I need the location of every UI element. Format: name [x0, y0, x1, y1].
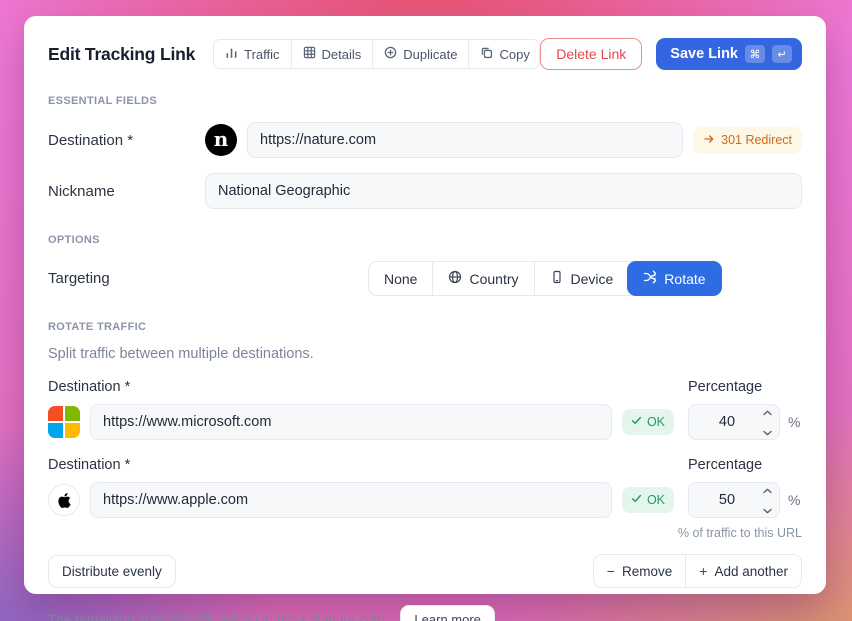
- nature-favicon: n: [205, 124, 237, 156]
- remove-button[interactable]: − Remove: [594, 555, 685, 587]
- rotate-destination-label: Destination *: [48, 379, 674, 395]
- learn-more-button[interactable]: Learn more: [400, 605, 494, 621]
- modal-footer: The remaining 10% of traffic will go to …: [48, 605, 802, 621]
- percentage-input-2[interactable]: [691, 492, 763, 508]
- globe-icon: [448, 270, 462, 287]
- return-key-icon: ↵: [772, 45, 792, 63]
- status-badge: OK: [622, 409, 674, 435]
- plus-icon: +: [699, 563, 707, 579]
- stepper-down-icon[interactable]: [763, 423, 772, 441]
- stepper-arrows[interactable]: [763, 403, 772, 441]
- rotate-destination-input-2[interactable]: [90, 482, 612, 518]
- rotate-traffic-section-label: ROTATE TRAFFIC: [48, 321, 802, 333]
- traffic-button[interactable]: Traffic: [214, 40, 291, 68]
- targeting-rotate-label: Rotate: [664, 271, 705, 287]
- destination-input[interactable]: [247, 122, 683, 158]
- duplicate-button[interactable]: Duplicate: [373, 40, 469, 68]
- rotate-destination-input-1[interactable]: [90, 404, 612, 440]
- status-badge: OK: [622, 487, 674, 513]
- modal-header: Edit Tracking Link Traffic Details Dupli…: [48, 38, 802, 70]
- remove-button-label: Remove: [622, 564, 672, 579]
- targeting-option-none[interactable]: None: [369, 262, 432, 295]
- page-title: Edit Tracking Link: [48, 44, 195, 65]
- targeting-segmented-control: None Country Device: [368, 261, 722, 296]
- nickname-label: Nickname: [48, 183, 205, 200]
- rotate-destination-row: Destination * OK Percentage: [48, 379, 802, 440]
- rotate-destination-label: Destination *: [48, 457, 674, 473]
- header-actions: Delete Link Save Link ⌘ ↵: [540, 38, 802, 70]
- percentage-label: Percentage: [688, 457, 802, 473]
- minus-icon: −: [607, 563, 615, 579]
- apple-favicon: [48, 484, 80, 516]
- options-section-label: OPTIONS: [48, 234, 802, 246]
- add-another-button-label: Add another: [714, 564, 788, 579]
- percentage-label: Percentage: [688, 379, 802, 395]
- targeting-device-label: Device: [571, 271, 614, 287]
- remaining-traffic-note: The remaining 10% of traffic will go to …: [48, 612, 388, 621]
- shuffle-icon: [643, 270, 657, 287]
- redirect-badge: 301 Redirect: [693, 127, 802, 154]
- rotate-destination-row: Destination * OK Percentage: [48, 457, 802, 518]
- nickname-input[interactable]: [205, 173, 802, 209]
- check-icon: [631, 493, 642, 507]
- targeting-label: Targeting: [48, 270, 205, 287]
- device-icon: [550, 270, 564, 287]
- grid-icon: [303, 46, 316, 62]
- status-badge-label: OK: [647, 415, 665, 429]
- distribute-evenly-button[interactable]: Distribute evenly: [48, 555, 176, 588]
- add-another-button[interactable]: + Add another: [685, 555, 801, 587]
- stepper-arrows[interactable]: [763, 481, 772, 519]
- traffic-button-label: Traffic: [244, 47, 279, 62]
- destination-field-row: Destination * n 301 Redirect: [48, 122, 802, 158]
- percent-sign: %: [788, 414, 800, 430]
- targeting-option-device[interactable]: Device: [534, 262, 629, 295]
- edit-tracking-link-modal: Edit Tracking Link Traffic Details Dupli…: [24, 16, 826, 594]
- rotate-actions-row: Distribute evenly − Remove + Add another: [48, 554, 802, 588]
- destination-label: Destination *: [48, 132, 205, 149]
- status-badge-label: OK: [647, 493, 665, 507]
- copy-button-label: Copy: [499, 47, 529, 62]
- row-actions-group: − Remove + Add another: [593, 554, 802, 588]
- targeting-field-row: Targeting None Country Device: [48, 261, 802, 296]
- percentage-stepper-2: [688, 482, 780, 518]
- nickname-field-row: Nickname: [48, 173, 802, 209]
- percentage-input-1[interactable]: [691, 414, 763, 430]
- command-key-icon: ⌘: [745, 45, 765, 63]
- targeting-country-label: Country: [469, 271, 518, 287]
- copy-button[interactable]: Copy: [469, 40, 540, 68]
- plus-circle-icon: [384, 46, 397, 62]
- check-icon: [631, 415, 642, 429]
- targeting-option-country[interactable]: Country: [432, 262, 533, 295]
- percentage-hint: % of traffic to this URL: [48, 526, 802, 540]
- targeting-option-rotate[interactable]: Rotate: [627, 261, 721, 296]
- stepper-up-icon[interactable]: [763, 481, 772, 499]
- percent-sign: %: [788, 492, 800, 508]
- duplicate-button-label: Duplicate: [403, 47, 457, 62]
- arrow-right-icon: [703, 133, 715, 148]
- details-button[interactable]: Details: [292, 40, 374, 68]
- bar-chart-icon: [225, 46, 238, 62]
- details-button-label: Details: [322, 47, 362, 62]
- stepper-down-icon[interactable]: [763, 501, 772, 519]
- rotate-traffic-description: Split traffic between multiple destinati…: [48, 346, 802, 362]
- save-link-button[interactable]: Save Link ⌘ ↵: [656, 38, 802, 70]
- targeting-none-label: None: [384, 271, 417, 287]
- essential-fields-section-label: ESSENTIAL FIELDS: [48, 95, 802, 107]
- delete-link-button[interactable]: Delete Link: [540, 38, 642, 70]
- copy-icon: [480, 46, 493, 62]
- redirect-badge-label: 301 Redirect: [721, 133, 792, 147]
- stepper-up-icon[interactable]: [763, 403, 772, 421]
- microsoft-favicon: [48, 406, 80, 438]
- percentage-stepper-1: [688, 404, 780, 440]
- save-link-label: Save Link: [670, 46, 738, 62]
- link-toolbar: Traffic Details Duplicate Copy: [213, 39, 540, 69]
